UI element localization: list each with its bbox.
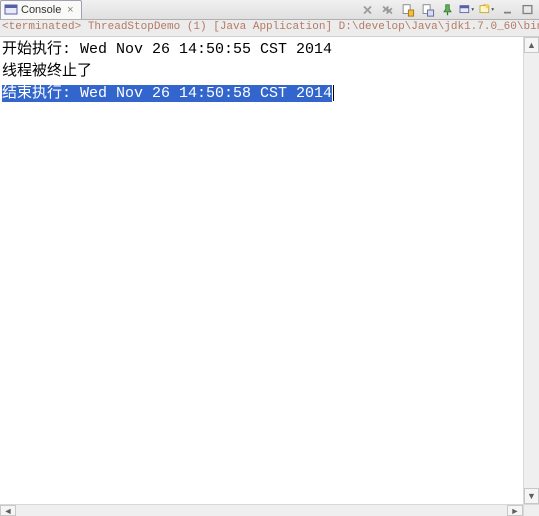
horizontal-scrollbar[interactable]: ◄ ► — [0, 504, 539, 516]
console-tab[interactable]: Console × — [0, 0, 82, 19]
scroll-corner — [523, 505, 539, 516]
console-output[interactable]: 开始执行: Wed Nov 26 14:50:55 CST 2014线程被终止了… — [0, 37, 523, 504]
hscroll-track[interactable] — [16, 505, 507, 516]
console-line: 线程被终止了 — [2, 61, 521, 83]
maximize-button[interactable] — [517, 2, 537, 19]
scroll-lock-button[interactable] — [397, 2, 417, 19]
toolbar — [357, 1, 537, 19]
text-cursor — [333, 85, 334, 101]
close-tab-button[interactable]: × — [64, 4, 76, 16]
console-line: 开始执行: Wed Nov 26 14:50:55 CST 2014 — [2, 39, 521, 61]
display-selected-button[interactable] — [457, 2, 477, 19]
remove-terminated-button[interactable] — [357, 2, 377, 19]
tab-bar: Console × — [0, 0, 539, 20]
console-wrap: 开始执行: Wed Nov 26 14:50:55 CST 2014线程被终止了… — [0, 37, 539, 504]
scroll-right-button[interactable]: ► — [507, 505, 523, 516]
scroll-up-button[interactable]: ▲ — [524, 37, 539, 53]
remove-all-button[interactable] — [377, 2, 397, 19]
console-line: 结束执行: Wed Nov 26 14:50:58 CST 2014 — [2, 83, 521, 105]
tab-label: Console — [21, 4, 61, 16]
scroll-left-button[interactable]: ◄ — [0, 505, 16, 516]
clear-button[interactable] — [417, 2, 437, 19]
minimize-button[interactable] — [497, 2, 517, 19]
launch-header: <terminated> ThreadStopDemo (1) [Java Ap… — [0, 20, 539, 37]
scroll-down-button[interactable]: ▼ — [524, 488, 539, 504]
pin-button[interactable] — [437, 2, 457, 19]
vertical-scrollbar[interactable]: ▲ ▼ — [523, 37, 539, 504]
console-icon — [4, 3, 18, 17]
open-console-button[interactable] — [477, 2, 497, 19]
